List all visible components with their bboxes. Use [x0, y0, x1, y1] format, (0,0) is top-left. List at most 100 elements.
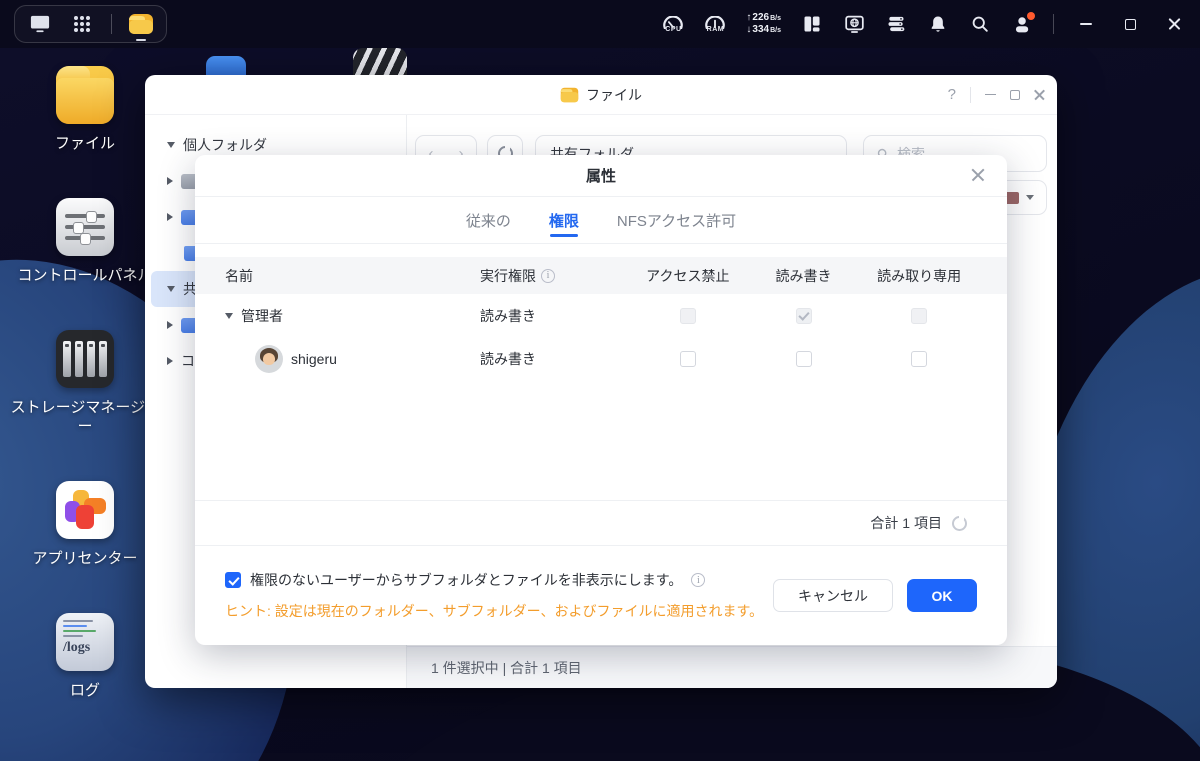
table-empty-area: [195, 380, 1007, 500]
chevron-right-icon[interactable]: [167, 321, 173, 329]
taskbar-files-app-button[interactable]: [128, 11, 154, 41]
desktop-icon-storage-manager[interactable]: ストレージマネージャー: [10, 330, 160, 436]
ram-label: RAM: [706, 25, 725, 33]
show-desktop-button[interactable]: [27, 11, 53, 37]
hidden-desktop-icon[interactable]: [353, 48, 407, 76]
app-center-shape: [76, 505, 94, 529]
header-read-only: 読み取り専用: [877, 267, 962, 284]
window-titlebar[interactable]: ファイル ?: [145, 75, 1057, 115]
table-row-administrators[interactable]: 管理者 読み書き: [195, 294, 1007, 337]
deny-access-checkbox[interactable]: [679, 350, 696, 367]
download-value: 334: [752, 24, 770, 35]
ok-button[interactable]: OK: [907, 579, 977, 612]
minimize-button[interactable]: [1074, 12, 1098, 36]
cancel-button[interactable]: キャンセル: [773, 579, 893, 612]
maximize-icon: [1124, 18, 1136, 30]
window-close-button[interactable]: [1034, 89, 1045, 100]
window-title: ファイル: [586, 86, 642, 103]
tab-permissions[interactable]: 権限: [549, 197, 579, 243]
search-icon: [972, 16, 988, 32]
search-button[interactable]: [969, 13, 991, 35]
desktop-icon-control-panel[interactable]: コントロールパネル: [10, 198, 160, 285]
info-icon[interactable]: [691, 573, 706, 587]
widgets-panel-button[interactable]: [801, 13, 823, 35]
window-title-group: ファイル: [145, 85, 1057, 105]
total-items-text: 合計 1 項目: [870, 515, 942, 531]
desktop-icon-label: ログ: [69, 682, 100, 699]
deny-access-checkbox[interactable]: [679, 307, 696, 324]
ram-monitor[interactable]: RAM: [704, 15, 726, 33]
read-only-checkbox[interactable]: [911, 350, 928, 367]
upload-value: 226: [752, 12, 770, 23]
monitor-icon: [30, 15, 50, 33]
exec-permission-value: 読み書き: [480, 350, 536, 367]
chevron-right-icon[interactable]: [167, 177, 173, 185]
panels-icon: [804, 16, 820, 32]
window-statusbar: 1 件選択中 | 合計 1 項目: [407, 646, 1057, 688]
desktop-icon-files[interactable]: ファイル: [10, 66, 160, 153]
tab-nfs[interactable]: NFSアクセス許可: [617, 197, 736, 243]
dialog-close-button[interactable]: [969, 166, 987, 184]
drive-bay-icon: [99, 341, 107, 377]
hidden-desktop-icon[interactable]: [206, 56, 246, 76]
dialog-title: 属性: [585, 168, 616, 185]
chevron-right-icon[interactable]: [167, 357, 173, 365]
desktop-icon-label: ストレージマネージャー: [10, 399, 160, 435]
desktop-icon-label: コントロールパネル: [17, 267, 153, 284]
maximize-button[interactable]: [1118, 12, 1142, 36]
upload-speed: ↑ 226 B/s: [746, 12, 781, 24]
notification-badge: [1027, 12, 1035, 20]
window-controls: ?: [948, 86, 1045, 103]
footer-options: 権限のないユーザーからサブフォルダとファイルを非表示にします。 ヒント: 設定は…: [225, 570, 763, 621]
upload-arrow-icon: ↑: [746, 12, 752, 23]
read-only-checkbox[interactable]: [911, 307, 928, 324]
files-app-icon: [56, 66, 114, 124]
chevron-down-icon[interactable]: [167, 286, 175, 292]
hide-option-row: 権限のないユーザーからサブフォルダとファイルを非表示にします。: [225, 570, 763, 590]
remote-access-button[interactable]: [843, 13, 865, 35]
cpu-monitor[interactable]: CPU: [662, 15, 684, 33]
dialog-header: 属性: [195, 155, 1007, 197]
exec-permission-value: 読み書き: [480, 307, 536, 324]
storage-devices-button[interactable]: [885, 13, 907, 35]
taskbar-tray: CPU RAM ↑ 226 B/s ↓ 334 B/s: [662, 12, 1186, 36]
notifications-button[interactable]: [927, 13, 949, 35]
desktop-icon-label: ファイル: [54, 135, 115, 152]
properties-dialog: 属性 従来の 権限 NFSアクセス許可 名前 実行権限 アクセス禁止 読み書き …: [195, 155, 1007, 645]
desktop-icon-grid: ファイル コントロールパネル ストレージマネージャー アプリセンター /logs…: [10, 66, 160, 700]
taskbar-launcher: [14, 5, 167, 43]
read-write-checkbox[interactable]: [795, 350, 812, 367]
help-button[interactable]: ?: [948, 86, 956, 103]
tab-general[interactable]: 従来の: [466, 197, 511, 243]
chevron-down-icon[interactable]: [167, 142, 175, 148]
hide-subfolders-checkbox[interactable]: [225, 572, 241, 588]
app-grid-button[interactable]: [69, 11, 95, 37]
code-line: [63, 630, 96, 632]
storage-manager-icon: [56, 330, 114, 388]
user-name: shigeru: [291, 350, 337, 367]
selection-status: 1 件選択中 | 合計 1 項目: [431, 659, 582, 676]
group-name: 管理者: [241, 307, 283, 324]
desktop-icon-app-center[interactable]: アプリセンター: [10, 481, 160, 568]
dialog-tabs: 従来の 権限 NFSアクセス許可: [195, 197, 1007, 244]
user-menu-button[interactable]: [1011, 12, 1035, 35]
table-row-shigeru[interactable]: shigeru 読み書き: [195, 337, 1007, 380]
logs-icon-text: /logs: [63, 640, 91, 655]
chevron-right-icon[interactable]: [167, 213, 173, 221]
close-button[interactable]: [1162, 12, 1186, 36]
info-icon[interactable]: [541, 268, 555, 283]
refresh-icon[interactable]: [952, 515, 967, 531]
window-minimize-button[interactable]: [985, 93, 996, 96]
desktop-icon-logs[interactable]: /logs ログ: [10, 613, 160, 700]
permissions-table: 名前 実行権限 アクセス禁止 読み書き 読み取り専用 管理者 読み書き: [195, 257, 1007, 380]
chevron-down-icon[interactable]: [225, 312, 233, 319]
read-write-checkbox[interactable]: [795, 307, 812, 324]
code-line: [63, 625, 87, 627]
chevron-down-icon: [1025, 195, 1034, 200]
slider-icon: [65, 222, 105, 234]
divider: [1053, 14, 1054, 34]
network-speed-monitor[interactable]: ↑ 226 B/s ↓ 334 B/s: [746, 12, 781, 36]
slider-icon: [65, 233, 105, 245]
server-stack-icon: [888, 16, 905, 32]
window-maximize-button[interactable]: [1010, 89, 1020, 100]
